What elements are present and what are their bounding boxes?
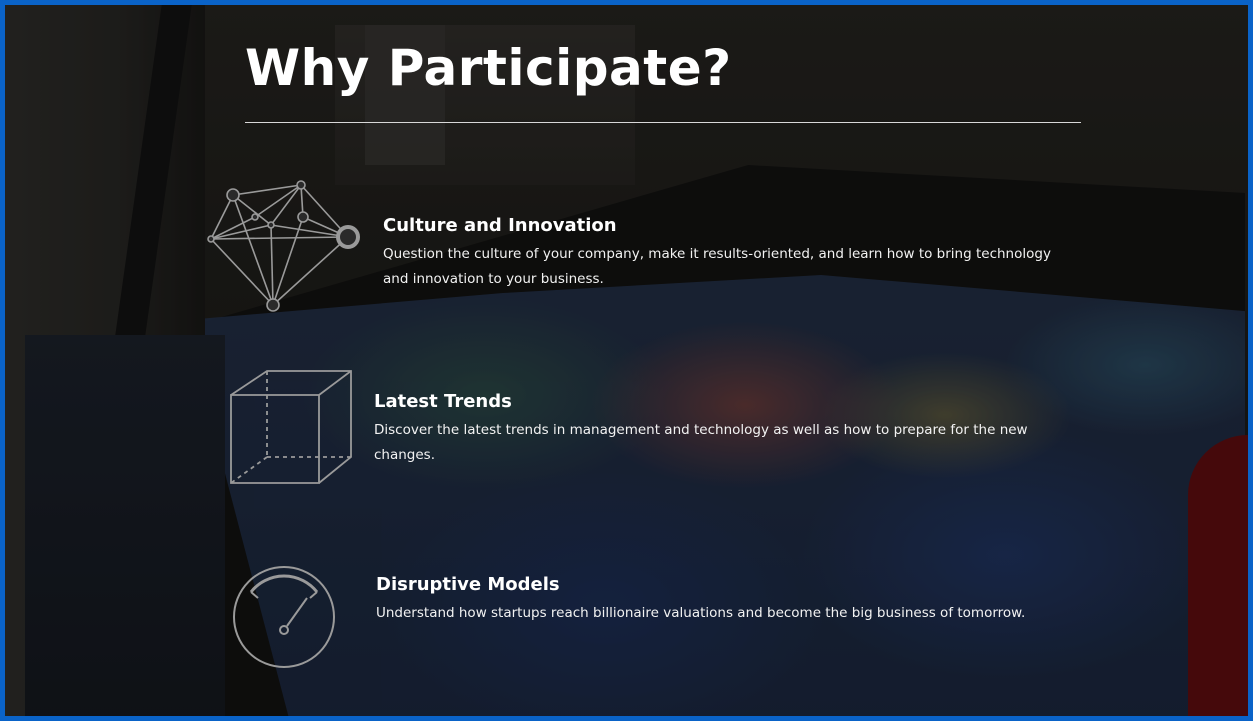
feature-title: Latest Trends [374, 391, 512, 412]
wireframe-cube-icon [227, 365, 357, 490]
feature-title: Culture and Innovation [383, 215, 617, 236]
feature-title: Disruptive Models [376, 574, 560, 595]
feature-culture-innovation: Culture and Innovation Question the cult… [383, 215, 1073, 292]
network-nodes-icon [203, 177, 368, 317]
feature-disruptive-models: Disruptive Models Understand how startup… [376, 574, 1066, 626]
feature-description: Question the culture of your company, ma… [383, 246, 1051, 287]
feature-latest-trends: Latest Trends Discover the latest trends… [374, 391, 1064, 468]
speedometer-gauge-icon [229, 562, 339, 672]
title-divider [245, 122, 1081, 123]
feature-description: Discover the latest trends in management… [374, 422, 1028, 463]
why-participate-section: Why Participate? Culture and Innovation … [0, 0, 1253, 721]
section-title: Why Participate? [245, 39, 732, 97]
feature-description: Understand how startups reach billionair… [376, 605, 1026, 621]
